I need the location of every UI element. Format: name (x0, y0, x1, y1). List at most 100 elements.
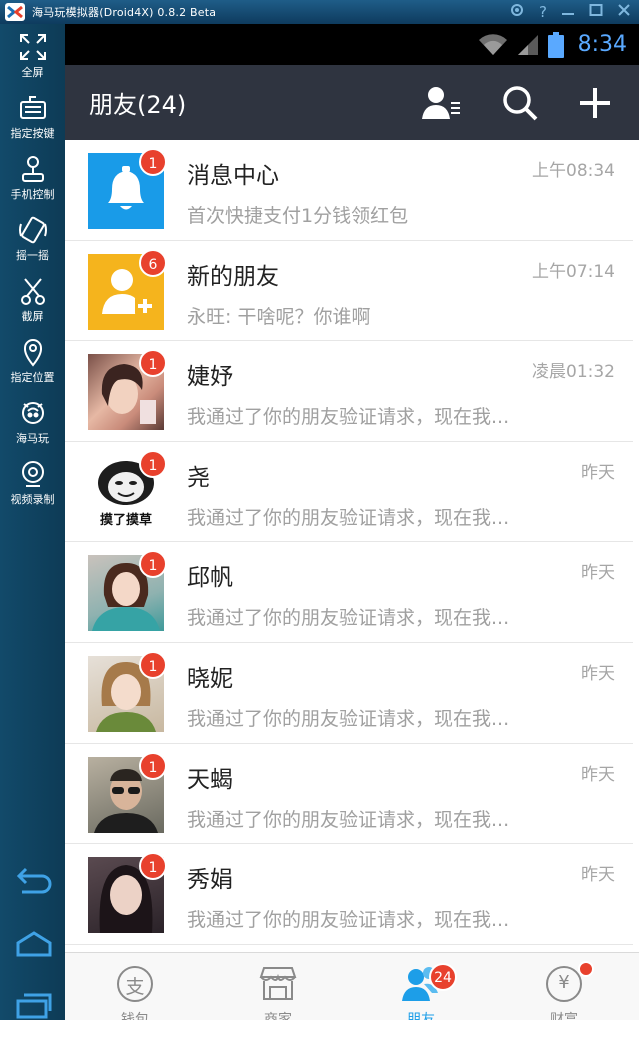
sidebar-item-location[interactable]: 指定位置 (0, 337, 65, 385)
chat-time: 上午08:34 (532, 161, 615, 181)
sidebar-item-screenshot[interactable]: 截屏 (0, 276, 65, 324)
search-icon (503, 86, 538, 121)
sidebar-label: 截屏 (21, 310, 44, 323)
sidebar-item-haima[interactable]: 海马玩 (0, 398, 65, 446)
sidebar-label: 视频录制 (10, 493, 55, 506)
emulator-title: 海马玩模拟器(Droid4X) 0.8.2 Beta (32, 6, 217, 19)
settings-icon[interactable] (509, 2, 525, 22)
status-time: 8:34 (577, 32, 627, 57)
unread-badge: 1 (139, 449, 167, 478)
chat-name: 婕妤 (187, 364, 233, 391)
add-button[interactable] (575, 83, 615, 123)
keyboard-icon (19, 96, 46, 119)
battery-icon (547, 31, 564, 58)
chat-name: 消息中心 (187, 163, 279, 189)
status-bar: 8:34 (65, 24, 639, 65)
chat-time: 昨天 (581, 865, 615, 886)
chat-preview: 我通过了你的朋友验证请求，现在我... (187, 607, 510, 630)
minimize-icon[interactable] (561, 3, 575, 21)
list-item[interactable]: 1 秀娟 我通过了你的朋友验证请求，现在我... 昨天 (65, 844, 633, 945)
recents-button[interactable] (14, 989, 54, 1023)
scissors-icon (20, 278, 45, 305)
tab-label: 钱包 (121, 1012, 149, 1020)
chat-preview: 我通过了你的朋友验证请求，现在我... (187, 406, 510, 429)
phone-control-icon (21, 156, 44, 182)
recents-icon (16, 993, 52, 1019)
back-icon (16, 867, 52, 894)
tab-wallet[interactable]: 支 钱包 (65, 953, 205, 1020)
emulator-title-bar: 海马玩模拟器(Droid4X) 0.8.2 Beta ? (0, 0, 639, 24)
list-item[interactable]: 1 邱帆 我通过了你的朋友验证请求，现在我... 昨天 (65, 542, 633, 643)
chat-time: 昨天 (581, 563, 615, 584)
chat-preview: 我通过了你的朋友验证请求，现在我... (187, 808, 510, 831)
video-record-icon (21, 461, 44, 487)
chat-name: 晓妮 (187, 665, 233, 692)
chat-name: 尧 (187, 464, 210, 491)
contacts-icon (422, 87, 460, 119)
chat-time: 昨天 (581, 462, 615, 483)
list-item[interactable]: 摸了摸草 1 尧 我通过了你的朋友验证请求，现在我... 昨天 (65, 441, 633, 543)
sidebar-label: 海马玩 (16, 432, 49, 445)
tab-label: 财富 (550, 1012, 578, 1020)
chat-name: 邱帆 (187, 565, 233, 592)
sidebar-item-video-record[interactable]: 视频录制 (0, 459, 65, 507)
sidebar-item-phone-control[interactable]: 手机控制 (0, 154, 65, 202)
chat-time: 昨天 (581, 764, 615, 785)
wifi-icon (478, 33, 507, 55)
sidebar-label: 指定按键 (10, 127, 55, 140)
chat-time: 昨天 (581, 663, 615, 684)
chat-preview: 永旺: 干啥呢？你谁啊 (187, 305, 371, 328)
sidebar-item-fullscreen[interactable]: 全屏 (0, 32, 65, 80)
back-button[interactable] (14, 866, 54, 900)
sidebar-label: 指定位置 (10, 371, 55, 384)
wealth-icon-text: ¥ (558, 972, 570, 993)
maximize-icon[interactable] (589, 3, 603, 21)
search-button[interactable] (500, 83, 540, 123)
unread-badge: 1 (139, 751, 167, 780)
location-icon (23, 339, 42, 367)
home-button[interactable] (14, 929, 54, 963)
signal-icon (517, 34, 538, 55)
chat-list: 1 消息中心 首次快捷支付1分钱领红包 上午08:34 6 新的朋友 永旺: 干… (65, 140, 633, 945)
tab-wealth[interactable]: ¥ 财富 (494, 953, 634, 1020)
unread-badge: 1 (139, 650, 167, 679)
home-icon (16, 931, 52, 957)
list-item[interactable]: 1 晓妮 我通过了你的朋友验证请求，现在我... 昨天 (65, 642, 633, 744)
shake-icon (18, 216, 47, 244)
help-icon[interactable]: ? (539, 3, 547, 21)
store-icon (259, 967, 297, 1000)
chat-preview: 首次快捷支付1分钱领红包 (187, 205, 409, 227)
tab-label: 朋友 (407, 1012, 435, 1020)
contacts-button[interactable] (422, 83, 462, 123)
page-title: 朋友(24) (89, 91, 187, 119)
sidebar-label: 手机控制 (10, 188, 55, 201)
chat-preview: 我通过了你的朋友验证请求，现在我... (187, 707, 510, 730)
sidebar-label: 全屏 (21, 66, 44, 79)
meme-caption: 摸了摸草 (99, 512, 152, 528)
fullscreen-icon (19, 34, 46, 60)
add-icon (580, 88, 610, 118)
list-item[interactable]: 1 消息中心 首次快捷支付1分钱领红包 上午08:34 (65, 140, 633, 241)
close-icon[interactable] (617, 3, 631, 21)
screen-bottom-margin (0, 1020, 639, 1042)
sidebar-item-keymap[interactable]: 指定按键 (0, 93, 65, 141)
app-header: 朋友(24) (65, 65, 639, 140)
emulator-window: 海马玩模拟器(Droid4X) 0.8.2 Beta ? 全屏 指定按键 手机控… (0, 0, 639, 1042)
chat-name: 新的朋友 (187, 263, 279, 290)
chat-name: 天蝎 (187, 766, 233, 793)
wealth-notification-dot (578, 961, 594, 977)
emulator-sidebar: 全屏 指定按键 手机控制 摇一摇 截屏 指定位置 海马玩 视频录制 (0, 24, 65, 1020)
haima-icon (21, 402, 44, 424)
friends-badge: 24 (429, 963, 457, 991)
tab-store[interactable]: 商家 (208, 953, 348, 1020)
list-item[interactable]: 6 新的朋友 永旺: 干啥呢？你谁啊 上午07:14 (65, 240, 633, 342)
tab-label: 商家 (264, 1012, 292, 1020)
sidebar-item-shake[interactable]: 摇一摇 (0, 215, 65, 263)
unread-badge: 6 (139, 248, 167, 277)
chat-time: 凌晨01:32 (532, 362, 615, 383)
list-item[interactable]: 1 天蝎 我通过了你的朋友验证请求，现在我... 昨天 (65, 743, 633, 845)
wallet-icon-text: 支 (125, 976, 145, 998)
list-item[interactable]: 1 婕妤 我通过了你的朋友验证请求，现在我... 凌晨01:32 (65, 341, 633, 442)
tab-friends[interactable]: 24 朋友 (351, 953, 491, 1020)
bottom-tab-bar: 支 钱包 商家 24 朋友 ¥ 财富 (65, 952, 639, 1020)
